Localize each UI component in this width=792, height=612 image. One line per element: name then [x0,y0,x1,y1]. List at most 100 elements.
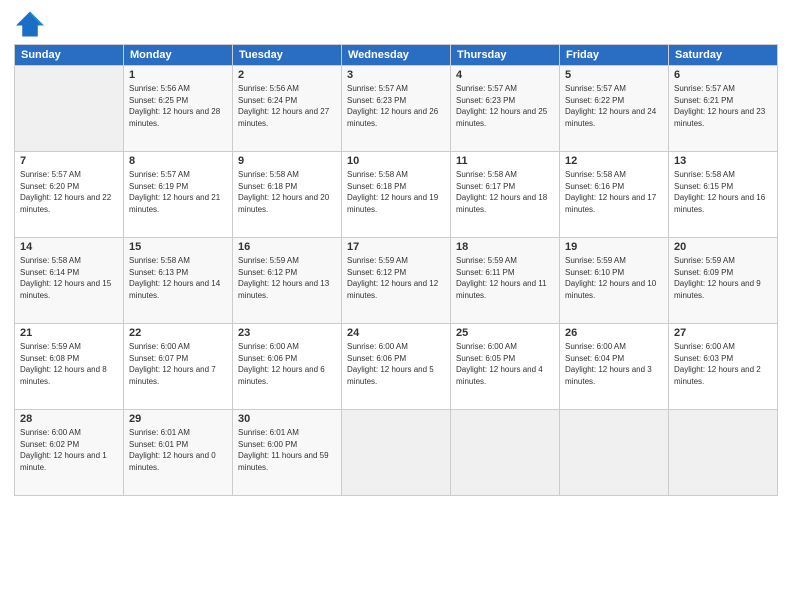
week-row-3: 14 Sunrise: 5:58 AMSunset: 6:14 PMDayligh… [15,238,778,324]
day-cell: 11 Sunrise: 5:58 AMSunset: 6:17 PMDayligh… [451,152,560,238]
day-cell: 21 Sunrise: 5:59 AMSunset: 6:08 PMDayligh… [15,324,124,410]
day-cell: 27 Sunrise: 6:00 AMSunset: 6:03 PMDayligh… [669,324,778,410]
day-cell: 6Sunrise: 5:57 AMSunset: 6:21 PMDaylight… [669,66,778,152]
day-number: 5 [565,69,663,81]
day-number: 13 [674,155,772,167]
day-cell: 16Sunrise: 5:59 AMSunset: 6:12 PMDayligh… [233,238,342,324]
day-number: 2 [238,69,336,81]
weekday-header-friday: Friday [560,45,669,66]
page-header [14,10,778,38]
day-cell: 30 Sunrise: 6:01 AMSunset: 6:00 PMDayligh… [233,410,342,496]
week-row-1: 1 Sunrise: 5:56 AMSunset: 6:25 PMDaylight… [15,66,778,152]
day-number: 9 [238,155,336,167]
day-cell: 2 Sunrise: 5:56 AMSunset: 6:24 PMDaylight… [233,66,342,152]
day-info: Sunrise: 5:59 AMSunset: 6:12 PMDaylight:… [238,255,336,301]
day-number: 8 [129,155,227,167]
day-info: Sunrise: 5:58 AMSunset: 6:17 PMDaylight:… [456,169,554,215]
weekday-header-monday: Monday [124,45,233,66]
weekday-header-saturday: Saturday [669,45,778,66]
day-info: Sunrise: 6:01 AMSunset: 6:00 PMDaylight:… [238,427,336,473]
day-info: Sunrise: 5:59 AMSunset: 6:10 PMDaylight:… [565,255,663,301]
logo-icon [14,10,46,38]
day-info: Sunrise: 6:00 AMSunset: 6:07 PMDaylight:… [129,341,227,387]
day-number: 18 [456,241,554,253]
day-number: 29 [129,413,227,425]
day-cell: 5 Sunrise: 5:57 AMSunset: 6:22 PMDaylight… [560,66,669,152]
day-cell [669,410,778,496]
day-number: 23 [238,327,336,339]
day-info: Sunrise: 5:58 AMSunset: 6:13 PMDaylight:… [129,255,227,301]
day-info: Sunrise: 5:58 AMSunset: 6:18 PMDaylight:… [347,169,445,215]
day-info: Sunrise: 5:58 AMSunset: 6:18 PMDaylight:… [238,169,336,215]
day-number: 14 [20,241,118,253]
day-info: Sunrise: 5:56 AMSunset: 6:24 PMDaylight:… [238,83,336,129]
day-info: Sunrise: 6:00 AMSunset: 6:03 PMDaylight:… [674,341,772,387]
day-cell [15,66,124,152]
day-cell: 18 Sunrise: 5:59 AMSunset: 6:11 PMDayligh… [451,238,560,324]
calendar-table: SundayMondayTuesdayWednesdayThursdayFrid… [14,44,778,496]
day-info: Sunrise: 5:57 AMSunset: 6:23 PMDaylight:… [347,83,445,129]
day-cell: 20Sunrise: 5:59 AMSunset: 6:09 PMDayligh… [669,238,778,324]
day-number: 15 [129,241,227,253]
day-number: 4 [456,69,554,81]
day-cell: 22 Sunrise: 6:00 AMSunset: 6:07 PMDayligh… [124,324,233,410]
day-number: 1 [129,69,227,81]
day-number: 17 [347,241,445,253]
day-number: 28 [20,413,118,425]
day-cell: 10 Sunrise: 5:58 AMSunset: 6:18 PMDayligh… [342,152,451,238]
day-cell: 26 Sunrise: 6:00 AMSunset: 6:04 PMDayligh… [560,324,669,410]
day-number: 11 [456,155,554,167]
day-number: 21 [20,327,118,339]
day-cell: 23 Sunrise: 6:00 AMSunset: 6:06 PMDayligh… [233,324,342,410]
day-cell: 28 Sunrise: 6:00 AMSunset: 6:02 PMDayligh… [15,410,124,496]
week-row-2: 7 Sunrise: 5:57 AMSunset: 6:20 PMDaylight… [15,152,778,238]
day-number: 30 [238,413,336,425]
day-number: 26 [565,327,663,339]
day-cell: 15 Sunrise: 5:58 AMSunset: 6:13 PMDayligh… [124,238,233,324]
day-info: Sunrise: 5:57 AMSunset: 6:23 PMDaylight:… [456,83,554,129]
day-cell: 17 Sunrise: 5:59 AMSunset: 6:12 PMDayligh… [342,238,451,324]
day-info: Sunrise: 5:57 AMSunset: 6:22 PMDaylight:… [565,83,663,129]
day-number: 25 [456,327,554,339]
day-cell: 7 Sunrise: 5:57 AMSunset: 6:20 PMDaylight… [15,152,124,238]
day-cell: 1 Sunrise: 5:56 AMSunset: 6:25 PMDaylight… [124,66,233,152]
day-cell: 13 Sunrise: 5:58 AMSunset: 6:15 PMDayligh… [669,152,778,238]
day-info: Sunrise: 5:59 AMSunset: 6:11 PMDaylight:… [456,255,554,301]
day-cell: 19 Sunrise: 5:59 AMSunset: 6:10 PMDayligh… [560,238,669,324]
day-info: Sunrise: 6:01 AMSunset: 6:01 PMDaylight:… [129,427,227,473]
day-info: Sunrise: 6:00 AMSunset: 6:04 PMDaylight:… [565,341,663,387]
weekday-header-wednesday: Wednesday [342,45,451,66]
day-info: Sunrise: 5:56 AMSunset: 6:25 PMDaylight:… [129,83,227,129]
day-info: Sunrise: 5:59 AMSunset: 6:12 PMDaylight:… [347,255,445,301]
day-info: Sunrise: 6:00 AMSunset: 6:06 PMDaylight:… [238,341,336,387]
day-cell [451,410,560,496]
week-row-4: 21 Sunrise: 5:59 AMSunset: 6:08 PMDayligh… [15,324,778,410]
day-info: Sunrise: 5:59 AMSunset: 6:08 PMDaylight:… [20,341,118,387]
weekday-header-tuesday: Tuesday [233,45,342,66]
day-number: 10 [347,155,445,167]
day-number: 7 [20,155,118,167]
day-number: 3 [347,69,445,81]
day-number: 22 [129,327,227,339]
day-info: Sunrise: 6:00 AMSunset: 6:02 PMDaylight:… [20,427,118,473]
day-number: 27 [674,327,772,339]
day-info: Sunrise: 6:00 AMSunset: 6:06 PMDaylight:… [347,341,445,387]
day-cell: 29 Sunrise: 6:01 AMSunset: 6:01 PMDayligh… [124,410,233,496]
day-cell: 4 Sunrise: 5:57 AMSunset: 6:23 PMDaylight… [451,66,560,152]
weekday-header-sunday: Sunday [15,45,124,66]
day-cell [560,410,669,496]
day-cell [342,410,451,496]
day-info: Sunrise: 5:58 AMSunset: 6:14 PMDaylight:… [20,255,118,301]
day-info: Sunrise: 5:58 AMSunset: 6:15 PMDaylight:… [674,169,772,215]
day-info: Sunrise: 5:57 AMSunset: 6:20 PMDaylight:… [20,169,118,215]
logo [14,10,50,38]
day-number: 12 [565,155,663,167]
weekday-header-row: SundayMondayTuesdayWednesdayThursdayFrid… [15,45,778,66]
day-number: 19 [565,241,663,253]
day-info: Sunrise: 5:59 AMSunset: 6:09 PMDaylight:… [674,255,772,301]
weekday-header-thursday: Thursday [451,45,560,66]
day-cell: 25Sunrise: 6:00 AMSunset: 6:05 PMDayligh… [451,324,560,410]
day-info: Sunrise: 5:57 AMSunset: 6:19 PMDaylight:… [129,169,227,215]
day-cell: 14 Sunrise: 5:58 AMSunset: 6:14 PMDayligh… [15,238,124,324]
day-cell: 3 Sunrise: 5:57 AMSunset: 6:23 PMDaylight… [342,66,451,152]
